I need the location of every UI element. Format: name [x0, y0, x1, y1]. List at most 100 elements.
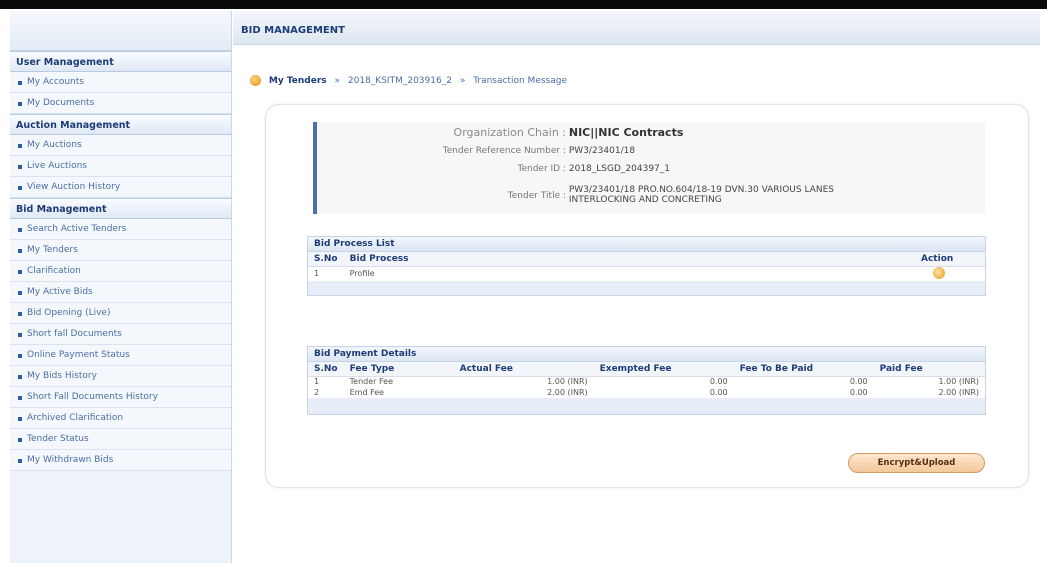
- section-footer: [308, 280, 985, 295]
- col-actual-fee: Actual Fee: [453, 362, 594, 377]
- col-fee-to-be-paid: Fee To Be Paid: [733, 362, 874, 377]
- tender-id-label: Tender ID :: [517, 164, 567, 174]
- sidebar-item-my-auctions[interactable]: My Auctions: [10, 135, 231, 156]
- page-title: BID MANAGEMENT: [241, 25, 345, 36]
- tender-title-label: Tender Title :: [507, 191, 566, 201]
- sidebar-item-my-bids-history[interactable]: My Bids History: [10, 366, 231, 387]
- cell-paid-fee: 2.00 (INR): [938, 388, 980, 397]
- col-fee-type: Fee Type: [343, 362, 454, 377]
- cell-sno: 1: [314, 377, 320, 387]
- bullet-icon: [18, 269, 22, 274]
- home-icon: [250, 75, 261, 86]
- bullet-icon: [18, 353, 22, 358]
- cell-actual-fee: 1.00 (INR): [547, 377, 588, 387]
- cell-action: [915, 266, 985, 281]
- col-sno: S.No: [308, 252, 344, 267]
- sidebar-item-my-documents[interactable]: My Documents: [10, 93, 231, 114]
- col-paid-fee: Paid Fee: [873, 362, 985, 377]
- breadcrumb-tender-id[interactable]: 2018_KSITM_203916_2: [348, 76, 452, 86]
- bullet-icon: [18, 164, 22, 169]
- bullet-icon: [18, 143, 22, 148]
- breadcrumb-separator: »: [459, 76, 466, 86]
- col-exempted-fee: Exempted Fee: [593, 362, 734, 377]
- sidebar-item-search-active-tenders[interactable]: Search Active Tenders: [10, 219, 231, 240]
- bullet-icon: [18, 416, 22, 421]
- table-row: 1 Profile: [308, 266, 985, 281]
- sidebar-item-short-fall-documents-history[interactable]: Short Fall Documents History: [10, 387, 231, 408]
- bullet-icon: [18, 227, 22, 232]
- tender-ref-value: PW3/23401/18: [568, 146, 636, 156]
- cell-exempted-fee: 0.00: [709, 388, 728, 397]
- sidebar-item-my-active-bids[interactable]: My Active Bids: [10, 282, 231, 303]
- window-top-border: [0, 0, 1047, 9]
- sidebar-item-tender-status[interactable]: Tender Status: [10, 429, 231, 450]
- payment-title: Bid Payment Details: [308, 347, 985, 362]
- bullet-icon: [18, 374, 22, 379]
- bullet-icon: [18, 311, 22, 316]
- bullet-icon: [18, 80, 22, 85]
- tender-title-line1: PW3/23401/18 PRO.NO.604/18-19 DVN.30 VAR…: [568, 185, 834, 195]
- org-chain-value: NIC||NIC Contracts: [568, 126, 684, 139]
- bullet-icon: [18, 332, 22, 337]
- bullet-icon: [18, 185, 22, 190]
- table-header-row: S.No Fee Type Actual Fee Exempted Fee Fe…: [308, 362, 985, 377]
- sidebar-item-online-payment-status[interactable]: Online Payment Status: [10, 345, 231, 366]
- col-bid-process: Bid Process: [343, 252, 915, 267]
- cell-fee-to-be-paid: 0.00: [849, 377, 868, 387]
- tender-ref-label: Tender Reference Number :: [442, 146, 566, 156]
- sidebar-item-short-fall-documents[interactable]: Short fall Documents: [10, 324, 231, 345]
- table-row: 2 Emd Fee 2.00 (INR) 0.00 0.00 2.00 (INR…: [308, 387, 985, 398]
- main-header: BID MANAGEMENT: [233, 11, 1040, 45]
- breadcrumb: My Tenders » 2018_KSITM_203916_2 » Trans…: [250, 74, 567, 88]
- edit-icon[interactable]: [933, 266, 945, 279]
- col-action: Action: [915, 252, 985, 267]
- cell-process: Profile: [349, 269, 375, 278]
- tender-title-line2: INTERLOCKING AND CONCRETING: [568, 195, 722, 205]
- cell-fee-to-be-paid: 0.00: [849, 388, 868, 397]
- payment-table: S.No Fee Type Actual Fee Exempted Fee Fe…: [308, 362, 985, 398]
- sidebar-header-user-management: User Management: [10, 51, 231, 72]
- cell-fee-type: Emd Fee: [349, 388, 385, 397]
- left-margin: [0, 9, 10, 563]
- sidebar-banner: [10, 11, 231, 51]
- sidebar-item-clarification[interactable]: Clarification: [10, 261, 231, 282]
- bullet-icon: [18, 101, 22, 106]
- sidebar-item-my-withdrawn-bids[interactable]: My Withdrawn Bids: [10, 450, 231, 471]
- sidebar-header-auction-management: Auction Management: [10, 114, 231, 135]
- tender-id-value: 2018_LSGD_204397_1: [568, 164, 670, 174]
- encrypt-upload-button[interactable]: Encrypt&Upload: [848, 453, 985, 473]
- tender-info-box: Organization Chain : NIC||NIC Contracts …: [313, 122, 985, 214]
- bullet-icon: [18, 395, 22, 400]
- bid-process-section: Bid Process List S.No Bid Process Action…: [307, 236, 986, 296]
- cell-exempted-fee: 0.00: [709, 377, 728, 387]
- sidebar: User Management My Accounts My Documents…: [10, 11, 232, 563]
- table-row: 1 Tender Fee 1.00 (INR) 0.00 0.00 1.00 (…: [308, 376, 985, 387]
- col-sno: S.No: [308, 362, 344, 377]
- org-chain-label: Organization Chain :: [453, 126, 566, 139]
- breadcrumb-transaction-message: Transaction Message: [473, 76, 567, 86]
- cell-actual-fee: 2.00 (INR): [547, 388, 588, 397]
- bullet-icon: [18, 290, 22, 295]
- sidebar-item-archived-clarification[interactable]: Archived Clarification: [10, 408, 231, 429]
- cell-paid-fee: 1.00 (INR): [938, 377, 980, 387]
- cell-sno: 1: [314, 269, 320, 278]
- sidebar-item-my-tenders[interactable]: My Tenders: [10, 240, 231, 261]
- table-header-row: S.No Bid Process Action: [308, 252, 985, 267]
- payment-section: Bid Payment Details S.No Fee Type Actual…: [307, 346, 986, 415]
- sidebar-item-live-auctions[interactable]: Live Auctions: [10, 156, 231, 177]
- bullet-icon: [18, 458, 22, 463]
- bullet-icon: [18, 248, 22, 253]
- cell-sno: 2: [314, 388, 320, 397]
- sidebar-item-view-auction-history[interactable]: View Auction History: [10, 177, 231, 198]
- bullet-icon: [18, 437, 22, 442]
- breadcrumb-my-tenders[interactable]: My Tenders: [269, 76, 327, 86]
- bid-process-title: Bid Process List: [308, 237, 985, 252]
- section-footer: [308, 398, 985, 414]
- bid-process-table: S.No Bid Process Action 1 Profile: [308, 252, 985, 281]
- breadcrumb-separator: »: [334, 76, 341, 86]
- sidebar-header-bid-management: Bid Management: [10, 198, 231, 219]
- cell-fee-type: Tender Fee: [349, 377, 393, 387]
- sidebar-item-bid-opening-live[interactable]: Bid Opening (Live): [10, 303, 231, 324]
- right-margin: [1040, 9, 1047, 563]
- sidebar-item-my-accounts[interactable]: My Accounts: [10, 72, 231, 93]
